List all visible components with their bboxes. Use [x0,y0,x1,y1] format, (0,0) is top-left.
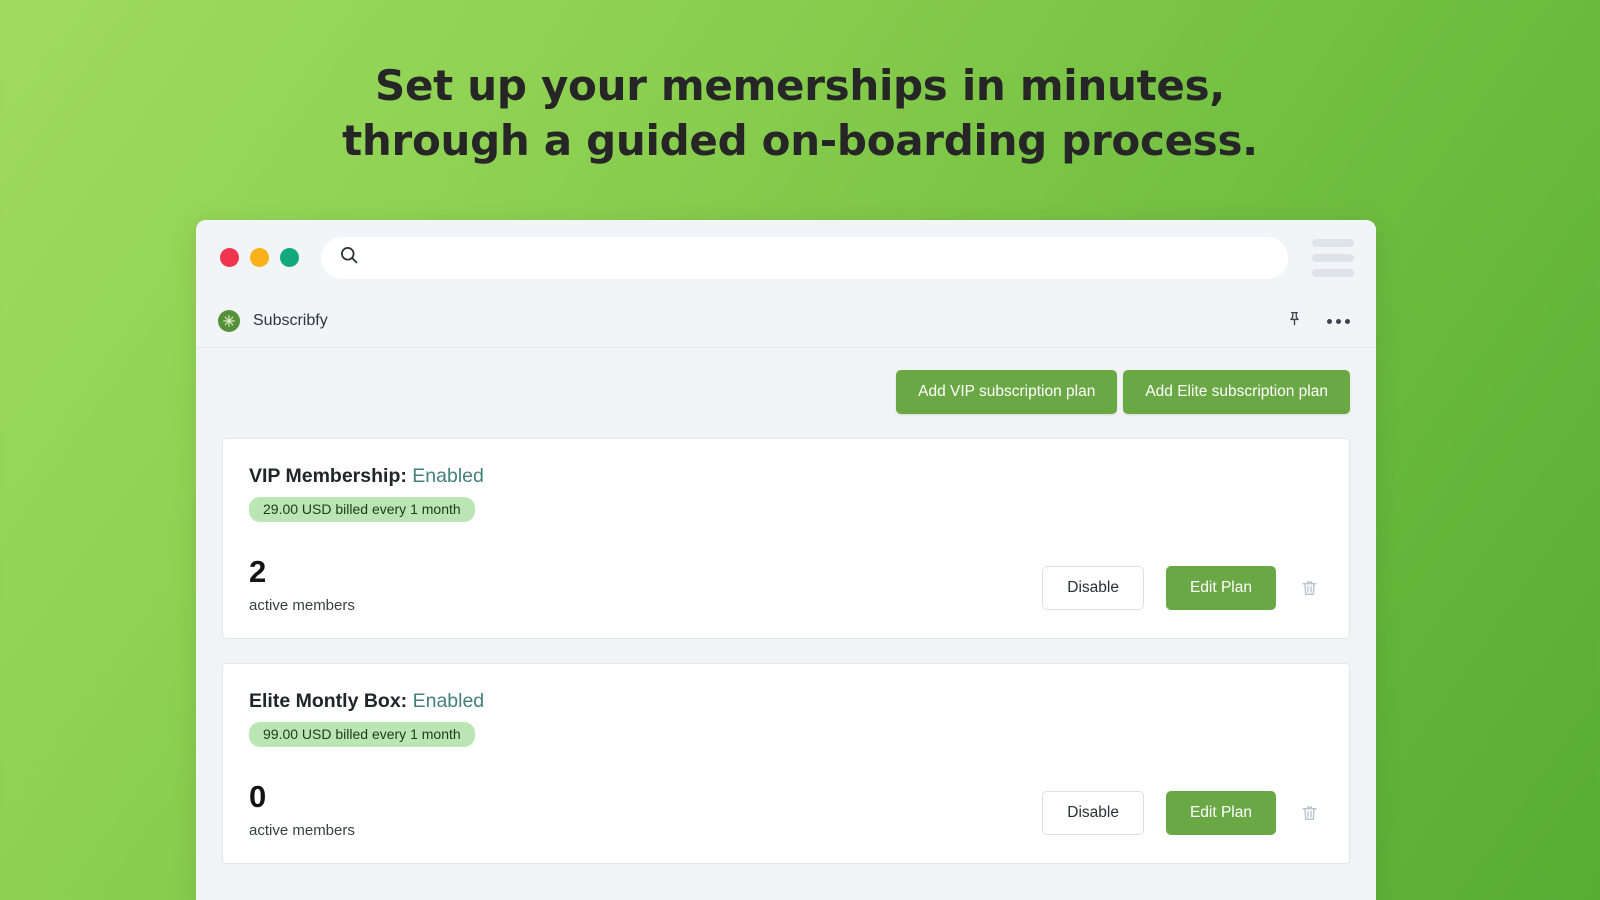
hamburger-bar-1 [1312,238,1354,247]
plan-status-badge: Enabled [412,690,485,712]
active-members-label: active members [249,597,355,614]
active-members-count: 0 [249,779,267,814]
delete-plan-button[interactable] [1298,801,1321,825]
plan-card-footer: 0 active members Disable Edit Plan [249,781,1321,839]
plan-price-badge: 99.00 USD billed every 1 month [249,722,475,747]
hamburger-bar-2 [1312,253,1354,262]
plan-price-badge: 29.00 USD billed every 1 month [249,497,475,522]
extension-panel: Add VIP subscription plan Add Elite subs… [196,348,1376,900]
active-members-label: active members [249,822,355,839]
address-bar[interactable] [321,236,1288,279]
browser-window: Subscribfy Add VIP subscription plan Add… [196,220,1376,900]
plan-name: Elite Montly Box: [249,690,408,712]
plan-actions: Disable Edit Plan [1042,791,1321,835]
hero-heading: Set up your memerships in minutes, throu… [0,58,1600,168]
hamburger-bar-3 [1312,268,1354,277]
browser-chrome-bar [196,220,1376,295]
plan-creation-toolbar: Add VIP subscription plan Add Elite subs… [222,370,1350,414]
edit-plan-button[interactable]: Edit Plan [1165,791,1276,835]
dot-3 [1345,318,1350,324]
plan-card: Elite Montly Box: Enabled 99.00 USD bill… [222,663,1350,864]
edit-plan-button[interactable]: Edit Plan [1165,566,1276,610]
trash-icon [1302,581,1317,596]
plan-actions: Disable Edit Plan [1042,566,1321,610]
pin-icon[interactable] [1286,310,1303,333]
plan-metric: 2 active members [249,556,355,614]
extension-header: Subscribfy [196,295,1376,348]
extension-identity: Subscribfy [218,310,328,332]
minimize-window-button[interactable] [250,248,269,267]
active-members-count: 2 [249,554,267,589]
search-icon [339,245,359,270]
dot-1 [1327,318,1332,324]
plan-name: VIP Membership: [249,465,407,487]
more-options-icon[interactable] [1325,315,1352,328]
subscribfy-logo-icon [218,310,240,332]
search-input[interactable] [369,249,1270,266]
disable-plan-button[interactable]: Disable [1042,566,1144,610]
plan-metric: 0 active members [249,781,355,839]
plan-title: Elite Montly Box: Enabled [249,690,1321,713]
delete-plan-button[interactable] [1298,576,1321,600]
close-window-button[interactable] [220,248,239,267]
extension-actions [1286,310,1352,333]
plan-card: VIP Membership: Enabled 29.00 USD billed… [222,438,1350,639]
window-controls [220,248,299,267]
trash-icon [1302,806,1317,821]
plan-title: VIP Membership: Enabled [249,465,1321,488]
maximize-window-button[interactable] [280,248,299,267]
hero-line-1: Set up your memerships in minutes, [375,61,1225,110]
plan-card-footer: 2 active members Disable Edit Plan [249,556,1321,614]
add-vip-subscription-plan-button[interactable]: Add VIP subscription plan [896,370,1118,414]
disable-plan-button[interactable]: Disable [1042,791,1144,835]
add-elite-subscription-plan-button[interactable]: Add Elite subscription plan [1123,370,1350,414]
extension-name: Subscribfy [253,312,328,329]
browser-menu-button[interactable] [1312,238,1354,277]
plan-status-badge: Enabled [412,465,484,487]
dot-2 [1336,318,1341,324]
hero-line-2: through a guided on-boarding process. [342,116,1258,165]
